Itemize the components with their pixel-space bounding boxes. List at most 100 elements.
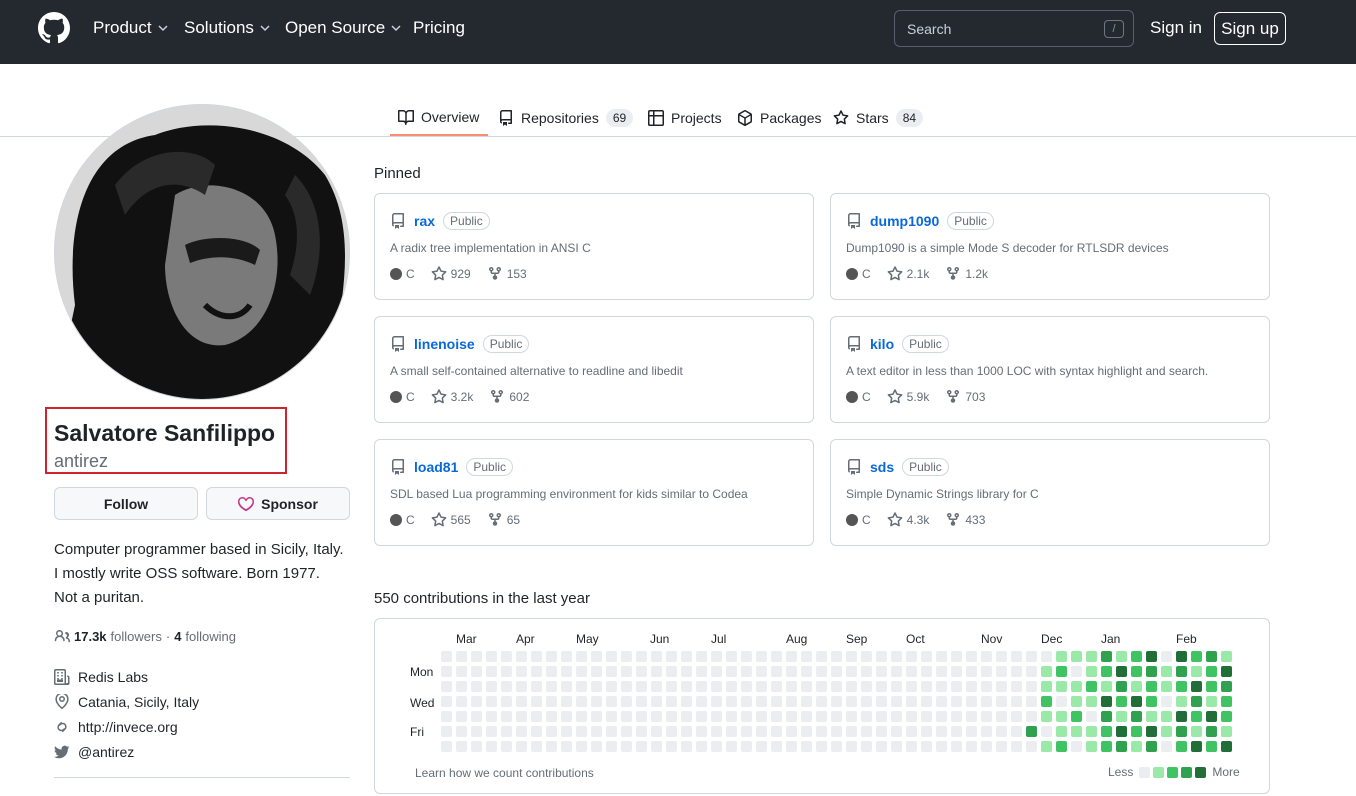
contribution-day[interactable] <box>756 696 767 707</box>
contribution-day[interactable] <box>1131 681 1142 692</box>
contribution-day[interactable] <box>636 726 647 737</box>
contribution-day[interactable] <box>1191 741 1202 752</box>
contribution-day[interactable] <box>1131 666 1142 677</box>
contribution-day[interactable] <box>501 711 512 722</box>
contribution-day[interactable] <box>831 726 842 737</box>
contribution-day[interactable] <box>486 741 497 752</box>
contribution-day[interactable] <box>726 666 737 677</box>
contribution-day[interactable] <box>816 651 827 662</box>
repo-forks[interactable]: 1.2k <box>945 266 988 282</box>
contribution-day[interactable] <box>501 681 512 692</box>
contribution-day[interactable] <box>1071 681 1082 692</box>
contribution-day[interactable] <box>966 741 977 752</box>
contribution-day[interactable] <box>831 666 842 677</box>
contribution-day[interactable] <box>531 651 542 662</box>
contribution-day[interactable] <box>1086 726 1097 737</box>
tab-repositories[interactable]: Repositories 69 <box>498 100 634 136</box>
contribution-day[interactable] <box>741 726 752 737</box>
contribution-day[interactable] <box>1071 696 1082 707</box>
contribution-day[interactable] <box>876 681 887 692</box>
contribution-day[interactable] <box>936 741 947 752</box>
contribution-day[interactable] <box>741 696 752 707</box>
contribution-day[interactable] <box>831 741 842 752</box>
repo-stars[interactable]: 929 <box>431 266 471 282</box>
contribution-day[interactable] <box>1101 696 1112 707</box>
contribution-day[interactable] <box>1101 711 1112 722</box>
contribution-day[interactable] <box>981 696 992 707</box>
contribution-day[interactable] <box>561 711 572 722</box>
contribution-day[interactable] <box>1161 666 1172 677</box>
contribution-day[interactable] <box>1071 741 1082 752</box>
contribution-day[interactable] <box>981 651 992 662</box>
contribution-day[interactable] <box>966 696 977 707</box>
sign-in-link[interactable]: Sign in <box>1150 18 1202 38</box>
contribution-day[interactable] <box>681 651 692 662</box>
contribution-day[interactable] <box>1101 741 1112 752</box>
contribution-day[interactable] <box>621 726 632 737</box>
contribution-day[interactable] <box>1041 711 1052 722</box>
contribution-day[interactable] <box>951 681 962 692</box>
contribution-day[interactable] <box>1041 726 1052 737</box>
contribution-day[interactable] <box>561 681 572 692</box>
contribution-day[interactable] <box>441 651 452 662</box>
contribution-day[interactable] <box>846 711 857 722</box>
contribution-day[interactable] <box>681 696 692 707</box>
contribution-day[interactable] <box>891 696 902 707</box>
contribution-day[interactable] <box>756 711 767 722</box>
contribution-day[interactable] <box>606 726 617 737</box>
contribution-day[interactable] <box>681 666 692 677</box>
contribution-day[interactable] <box>801 651 812 662</box>
contribution-day[interactable] <box>1146 681 1157 692</box>
contribution-day[interactable] <box>651 651 662 662</box>
contribution-day[interactable] <box>531 681 542 692</box>
contribution-day[interactable] <box>1206 651 1217 662</box>
contribution-day[interactable] <box>516 651 527 662</box>
contribution-day[interactable] <box>756 651 767 662</box>
contribution-day[interactable] <box>1191 726 1202 737</box>
repo-name-link[interactable]: dump1090 <box>870 213 939 229</box>
contribution-day[interactable] <box>936 681 947 692</box>
contribution-day[interactable] <box>576 651 587 662</box>
contribution-day[interactable] <box>591 666 602 677</box>
contribution-day[interactable] <box>1086 711 1097 722</box>
contribution-day[interactable] <box>771 681 782 692</box>
contribution-day[interactable] <box>456 681 467 692</box>
contribution-day[interactable] <box>936 711 947 722</box>
contribution-day[interactable] <box>666 651 677 662</box>
contribution-day[interactable] <box>1101 726 1112 737</box>
contribution-day[interactable] <box>1101 666 1112 677</box>
contribution-day[interactable] <box>951 741 962 752</box>
contribution-day[interactable] <box>501 726 512 737</box>
following-label[interactable]: following <box>185 629 236 644</box>
contribution-day[interactable] <box>1116 681 1127 692</box>
contribution-day[interactable] <box>876 666 887 677</box>
contribution-day[interactable] <box>801 696 812 707</box>
contribution-day[interactable] <box>1056 741 1067 752</box>
repo-name-link[interactable]: linenoise <box>414 336 475 352</box>
repo-stars[interactable]: 3.2k <box>431 389 473 405</box>
contribution-day[interactable] <box>456 726 467 737</box>
contribution-day[interactable] <box>1146 711 1157 722</box>
contribution-day[interactable] <box>1116 651 1127 662</box>
contribution-day[interactable] <box>576 726 587 737</box>
contribution-day[interactable] <box>966 711 977 722</box>
contribution-day[interactable] <box>1086 696 1097 707</box>
contribution-day[interactable] <box>846 651 857 662</box>
contribution-day[interactable] <box>966 726 977 737</box>
contribution-day[interactable] <box>1131 726 1142 737</box>
contribution-day[interactable] <box>621 696 632 707</box>
contribution-day[interactable] <box>531 696 542 707</box>
contribution-day[interactable] <box>786 651 797 662</box>
contribution-day[interactable] <box>846 681 857 692</box>
contribution-day[interactable] <box>831 651 842 662</box>
repo-forks[interactable]: 153 <box>487 266 527 282</box>
contribution-day[interactable] <box>981 741 992 752</box>
repo-forks[interactable]: 703 <box>945 389 985 405</box>
contribution-day[interactable] <box>516 681 527 692</box>
website-item[interactable]: http://invece.org <box>54 719 178 735</box>
contribution-day[interactable] <box>801 726 812 737</box>
contribution-day[interactable] <box>666 741 677 752</box>
contribution-day[interactable] <box>666 666 677 677</box>
twitter-link[interactable]: @antirez <box>78 744 134 760</box>
contribution-day[interactable] <box>906 666 917 677</box>
